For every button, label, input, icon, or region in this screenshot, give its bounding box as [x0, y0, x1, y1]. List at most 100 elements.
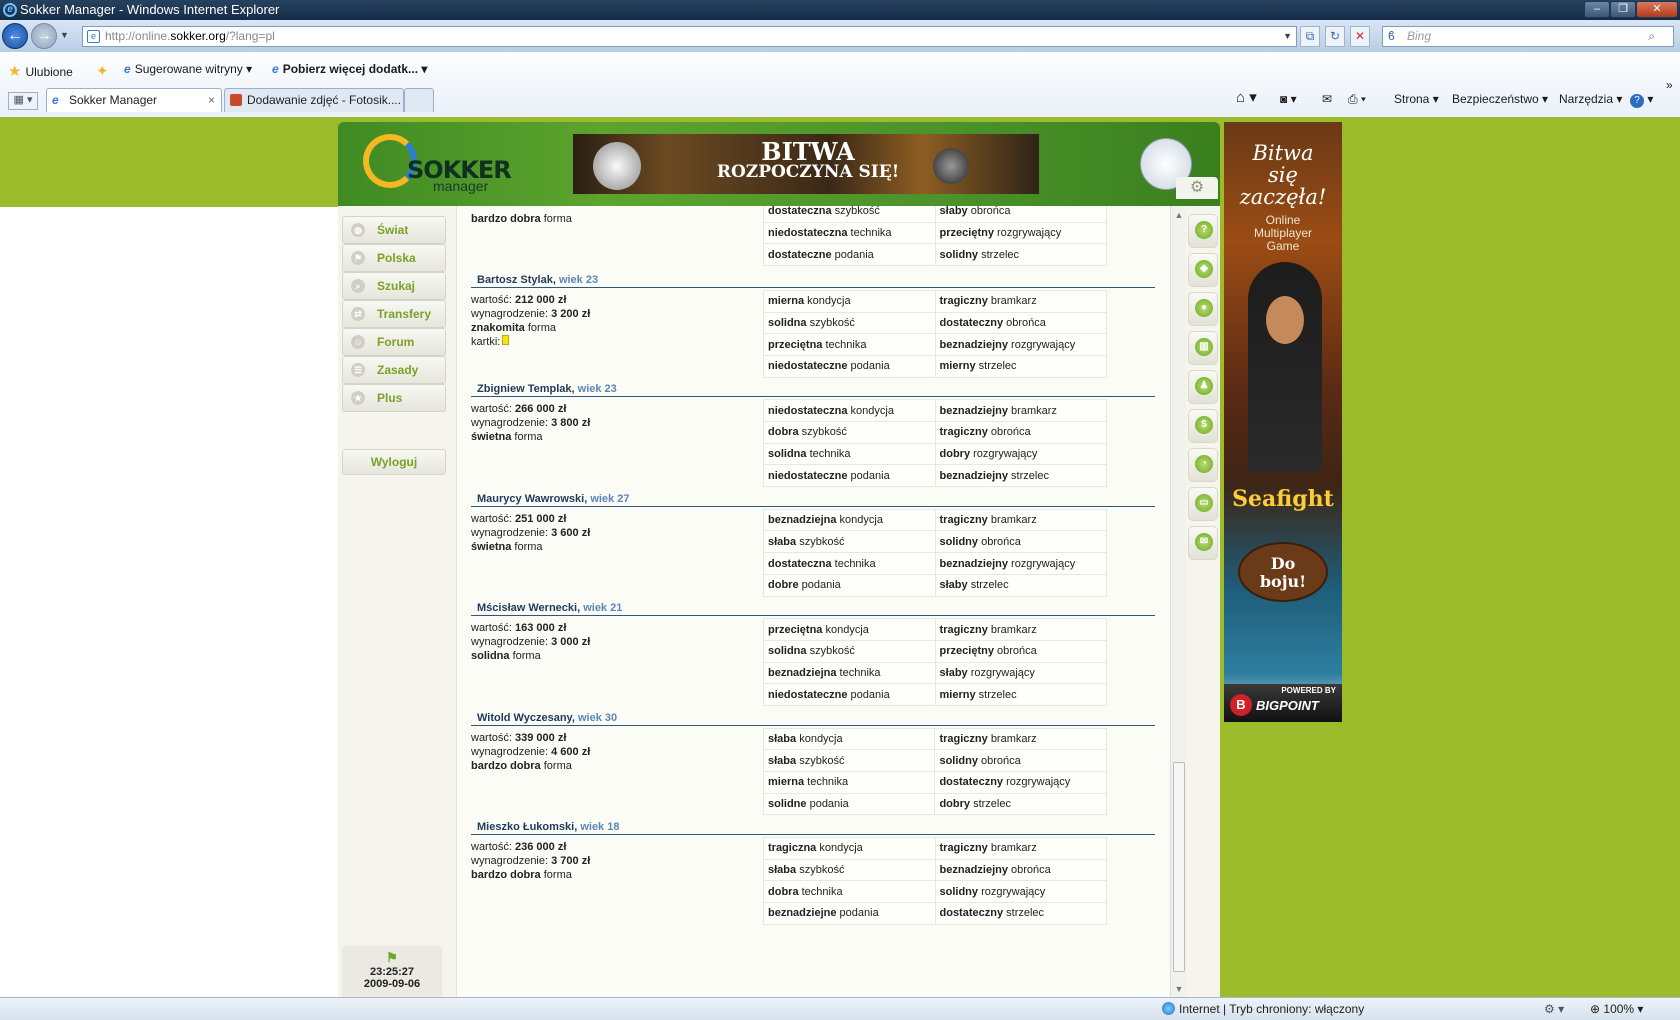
minimize-button[interactable]: –	[1584, 1, 1610, 18]
skill-name: szybkość	[801, 426, 847, 439]
tools-menu[interactable]: Narzędzia ▾	[1559, 92, 1622, 106]
ad-cta-button[interactable]: Do boju!	[1238, 542, 1328, 602]
search-input[interactable]: ϐ Bing ⌕	[1382, 26, 1674, 47]
mail-button[interactable]: ✉	[1322, 92, 1332, 106]
skill-name: technika	[850, 227, 892, 240]
security-zone[interactable]: Internet | Tryb chroniony: włączony	[1162, 998, 1364, 1020]
help-button[interactable]: ?	[1188, 214, 1218, 248]
tv-button[interactable]: ▭	[1188, 487, 1218, 521]
safety-menu[interactable]: Bezpieczeństwo ▾	[1452, 92, 1548, 106]
player-salary: wynagrodzenie: 3 800 zł	[471, 416, 590, 430]
stats-button[interactable]: ◔	[1188, 448, 1218, 482]
player-form: bardzo dobra forma	[471, 759, 590, 773]
skill-level: mierny	[939, 360, 976, 373]
skill-cell: tragiczny bramkarz	[934, 837, 1107, 860]
ie-page-icon: e	[124, 62, 131, 76]
salary-amount: 3 000 zł	[551, 636, 591, 649]
skill-row: solidna szybkość dostateczny obrońca	[763, 311, 1108, 335]
player-name[interactable]: Witold Wyczesany, wiek 30	[477, 712, 617, 724]
feeds-button[interactable]: ◙ ▾	[1280, 92, 1297, 106]
sokker-logo[interactable]: SOKKER manager	[363, 134, 523, 194]
new-tab-button[interactable]	[404, 88, 434, 112]
player-name[interactable]: Maurycy Wawrowski, wiek 27	[477, 493, 629, 505]
skill-row: beznadziejna technika słaby rozgrywający	[763, 661, 1108, 685]
bing-icon: ϐ	[1388, 29, 1395, 43]
nav-item-5[interactable]: ☰ Zasady	[342, 356, 446, 384]
get-addons-button[interactable]: e Pobierz więcej dodatk... ▾	[272, 62, 427, 76]
skill-cell: dobry strzelec	[934, 792, 1107, 816]
player-name-text: Maurycy Wawrowski	[477, 492, 585, 505]
cards-label: kartki:	[471, 336, 501, 348]
skills-table: beznadziejna kondycja tragiczny bramkarz s…	[763, 508, 1107, 597]
player-form-label: forma	[543, 213, 572, 225]
forward-button[interactable]: →	[31, 23, 57, 49]
player-age: wiek 30	[577, 711, 618, 724]
tab-fotosik[interactable]: Dodawanie zdjęć - Fotosik....	[224, 88, 404, 112]
print-button[interactable]: ⎙ ▾	[1348, 92, 1366, 107]
stop-icon[interactable]: ✕	[1350, 26, 1370, 47]
page-scrollbar[interactable]: ▲ ▼	[1170, 206, 1186, 997]
skill-cell: dostateczny strzelec	[934, 902, 1107, 925]
nav-item-6[interactable]: ★ Plus	[342, 384, 446, 412]
player-name[interactable]: Zbigniew Templak, wiek 23	[477, 383, 617, 395]
add-favorite-button[interactable]: ✦	[96, 62, 113, 80]
skill-row: solidna technika dobry rozgrywający	[763, 442, 1108, 466]
scroll-thumb[interactable]	[1173, 762, 1185, 972]
safety-menu-label: Bezpieczeństwo	[1452, 92, 1539, 106]
nav-item-3[interactable]: ⇄ Transfery	[342, 300, 446, 328]
tab-label: Dodawanie zdjęć - Fotosik....	[247, 93, 402, 107]
player-name[interactable]: Mieszko Łukomski, wiek 18	[477, 821, 619, 833]
skill-row: przeciętna kondycja tragiczny bramkarz	[763, 618, 1108, 641]
header-banner-ad[interactable]: BITWA ROZPOCZYNA SIĘ!	[573, 134, 1039, 194]
help-menu-icon[interactable]: ? ▾	[1630, 92, 1653, 108]
page-menu[interactable]: Strona ▾	[1394, 92, 1439, 106]
nav-item-4[interactable]: ☺ Forum	[342, 328, 446, 356]
suggested-sites-button[interactable]: e Sugerowane witryny ▾	[124, 62, 252, 76]
money-button[interactable]: $	[1188, 409, 1218, 443]
search-icon[interactable]: ⌕	[1648, 27, 1655, 46]
chevron-icon[interactable]: »	[1666, 78, 1673, 92]
sidebar-ad[interactable]: Bitwa się zaczęła! Online Multiplayer Game …	[1224, 122, 1342, 722]
player-name[interactable]: Mścisław Wernecki, wiek 21	[477, 602, 622, 614]
scroll-down-icon[interactable]: ▼	[1173, 984, 1185, 994]
maximize-button[interactable]: ❐	[1610, 1, 1636, 18]
value-amount: 212 000 zł	[515, 294, 567, 306]
player-name[interactable]: Bartosz Stylak, wiek 23	[477, 274, 598, 286]
skill-row: słaba szybkość solidny obrońca	[763, 530, 1107, 554]
address-input[interactable]: e http://online.sokker.org/?lang=pl ▼	[82, 26, 1297, 47]
home-button[interactable]: ⌂ ▾	[1236, 88, 1257, 106]
refresh-icon[interactable]: ↻	[1325, 26, 1345, 47]
fotosik-tab-icon	[230, 94, 242, 106]
zoom-control[interactable]: ⊕ 100% ▾	[1590, 998, 1643, 1020]
value-label: wartość:	[471, 512, 516, 525]
zone-settings-icon[interactable]: ⚙ ▾	[1544, 998, 1564, 1020]
history-dropdown-icon[interactable]: ▼	[60, 30, 69, 40]
form-label: forma	[527, 322, 556, 334]
tactics-button[interactable]: ▥	[1188, 331, 1218, 365]
skill-cell: niedostateczna technika	[763, 221, 936, 245]
address-dropdown-icon[interactable]: ▼	[1283, 27, 1292, 46]
back-button[interactable]: ←	[2, 23, 28, 49]
settings-gear-icon[interactable]: ⚙	[1176, 177, 1218, 199]
nav-item-0[interactable]: ◍ Świat	[342, 216, 446, 244]
ball-button[interactable]: ●	[1188, 292, 1218, 326]
tab-sokker-manager[interactable]: e Sokker Manager ×	[46, 88, 222, 112]
player-age: wiek 27	[590, 492, 630, 505]
compatibility-view-icon[interactable]: ⧉	[1300, 26, 1320, 47]
close-window-button[interactable]: ✕	[1636, 1, 1678, 18]
nav-item-1[interactable]: ⚑ Polska	[342, 244, 446, 272]
skill-level: solidna	[768, 645, 807, 658]
logout-button[interactable]: Wyloguj	[342, 449, 446, 475]
shield-button[interactable]: ◆	[1188, 253, 1218, 287]
scroll-up-icon[interactable]: ▲	[1173, 210, 1185, 220]
mail-button[interactable]: ✉	[1188, 526, 1218, 560]
player-value: wartość: 251 000 zł	[471, 512, 590, 526]
training-button[interactable]: ♟	[1188, 370, 1218, 404]
favorites-button[interactable]: ★ Ulubione	[8, 62, 73, 80]
skills-table: słaba kondycja tragiczny bramkarz słaba sz…	[762, 727, 1107, 816]
nav-item-2[interactable]: ⌕ Szukaj	[342, 272, 446, 300]
salary-amount: 4 600 zł	[551, 745, 591, 758]
ad-powered-label: POWERED BY	[1281, 686, 1336, 695]
quick-tabs-icon[interactable]: ▦ ▾	[8, 92, 38, 110]
close-tab-icon[interactable]: ×	[208, 89, 215, 111]
